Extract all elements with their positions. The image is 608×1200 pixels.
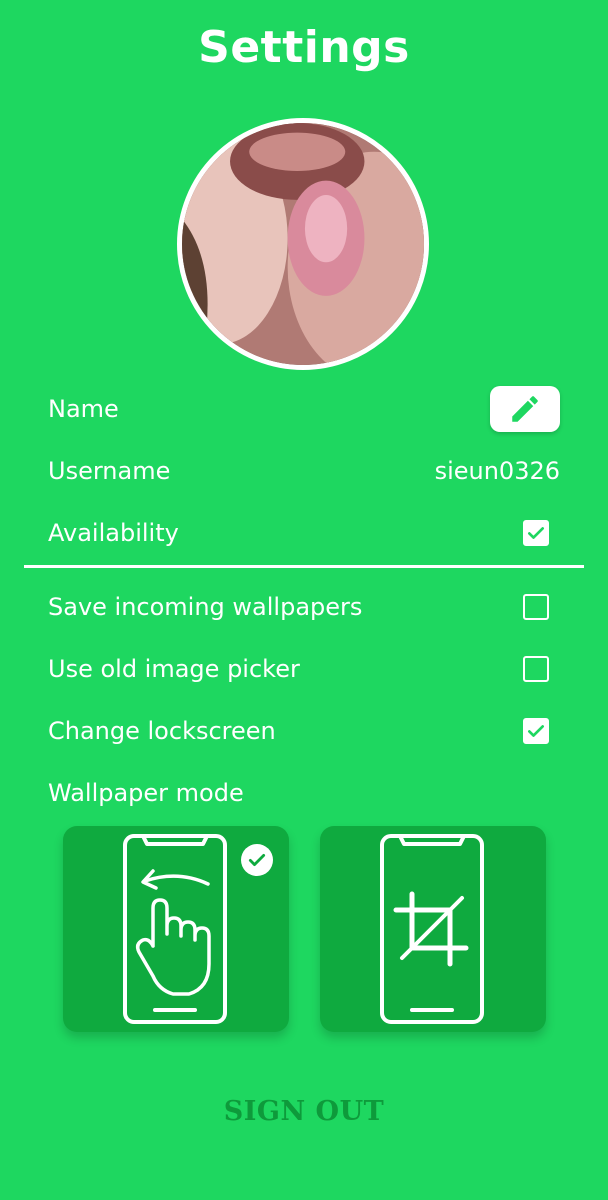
username-value: sieun0326 <box>434 457 560 485</box>
selected-check-badge <box>241 844 273 876</box>
section-divider <box>24 565 584 568</box>
phone-crop-icon <box>380 834 484 1024</box>
save-wallpapers-row: Save incoming wallpapers <box>48 582 560 632</box>
availability-row: Availability <box>48 508 560 558</box>
username-label: Username <box>48 457 171 485</box>
username-row: Username sieun0326 <box>48 446 560 496</box>
old-picker-row: Use old image picker <box>48 644 560 694</box>
wallpaper-mode-swipe[interactable] <box>63 826 289 1032</box>
save-wallpapers-checkbox[interactable] <box>523 594 549 620</box>
old-picker-label: Use old image picker <box>48 655 300 683</box>
name-row: Name <box>48 384 560 434</box>
availability-checkbox[interactable] <box>523 520 549 546</box>
check-icon <box>528 527 544 539</box>
name-label: Name <box>48 395 119 423</box>
lockscreen-row: Change lockscreen <box>48 706 560 756</box>
wallpaper-mode-row: Wallpaper mode <box>48 768 560 818</box>
avatar[interactable] <box>177 118 429 370</box>
edit-name-button[interactable] <box>490 386 560 432</box>
page-title: Settings <box>198 22 410 73</box>
old-picker-checkbox[interactable] <box>523 656 549 682</box>
wallpaper-mode-label: Wallpaper mode <box>48 779 244 807</box>
sign-out-button[interactable]: SIGN OUT <box>0 1096 608 1127</box>
check-icon <box>248 854 266 866</box>
pencil-icon <box>512 396 538 422</box>
save-wallpapers-label: Save incoming wallpapers <box>48 593 363 621</box>
lockscreen-checkbox[interactable] <box>523 718 549 744</box>
avatar-image <box>182 123 424 365</box>
wallpaper-mode-crop[interactable] <box>320 826 546 1032</box>
lockscreen-label: Change lockscreen <box>48 717 276 745</box>
check-icon <box>528 725 544 737</box>
availability-label: Availability <box>48 519 179 547</box>
